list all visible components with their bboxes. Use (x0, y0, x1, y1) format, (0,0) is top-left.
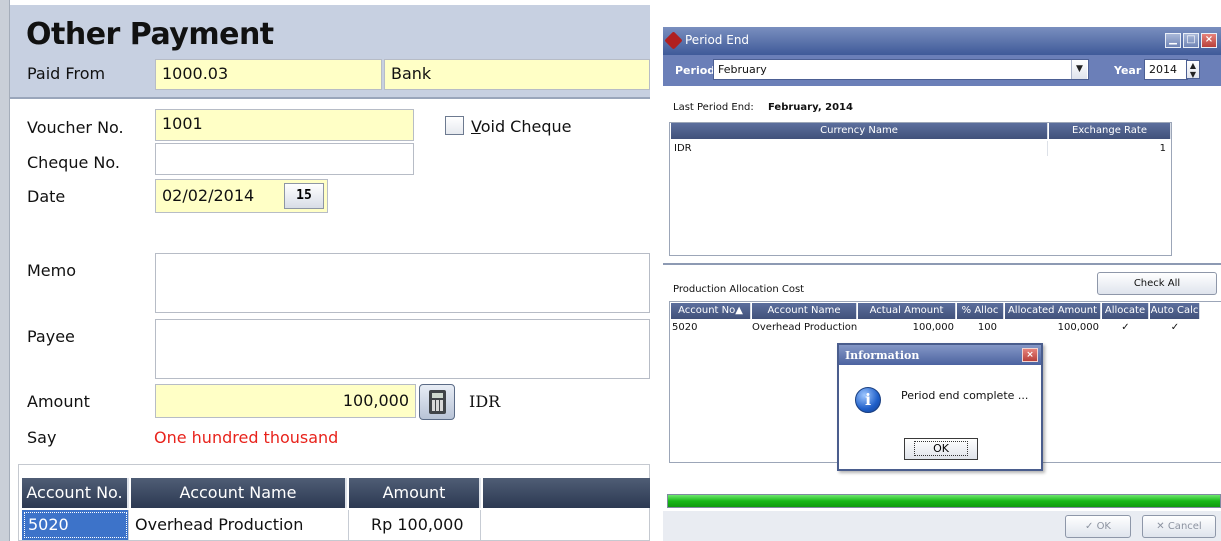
payee-label: Payee (27, 327, 75, 346)
alloc-header-allocate[interactable]: Allocate (1102, 303, 1149, 319)
grid-cell-amount[interactable]: Rp 100,000 (349, 510, 481, 540)
say-label: Say (27, 428, 57, 447)
alloc-header-auto-calc[interactable]: Auto Calc (1150, 303, 1200, 319)
cancel-icon: ✕ (1156, 521, 1168, 532)
alloc-cell-account-name[interactable]: Overhead Production (752, 320, 857, 335)
alloc-header-actual-amount[interactable]: Actual Amount (858, 303, 956, 319)
check-all-button[interactable]: Check All (1097, 272, 1217, 295)
button-bar: ✓ OK ✕ Cancel (663, 511, 1221, 541)
alloc-cell-actual-amount[interactable]: 100,000 (858, 320, 954, 335)
cheque-label: Cheque No. (27, 153, 120, 172)
alloc-cell-auto-calc-check[interactable]: ✓ (1150, 320, 1200, 335)
say-value: One hundred thousand (154, 428, 339, 447)
dialog-title: Information (839, 345, 1041, 365)
paid-from-label: Paid From (27, 64, 106, 83)
memo-field[interactable] (155, 253, 650, 313)
calculator-keys (432, 400, 443, 411)
voucher-label: Voucher No. (27, 118, 124, 137)
dialog-close-icon[interactable]: × (1022, 348, 1038, 362)
period-toolbar: Period February ▼ Year 2014 ▲ ▼ (663, 55, 1221, 86)
void-cheque-mnemonic: V (471, 117, 481, 136)
alloc-header-percent[interactable]: % Alloc (957, 303, 1004, 319)
grid-header-empty (483, 478, 650, 508)
calculator-icon[interactable] (419, 384, 455, 420)
amount-label: Amount (27, 392, 90, 411)
chevron-down-icon[interactable]: ▼ (1071, 60, 1087, 79)
check-icon: ✓ (1085, 521, 1097, 532)
grid-header-account-no[interactable]: Account No. (22, 478, 129, 508)
left-edge-border (0, 0, 10, 541)
payee-field[interactable] (155, 319, 650, 379)
ok-button[interactable]: ✓ OK (1065, 515, 1131, 538)
progress-bar (667, 494, 1221, 508)
currency-cell-name[interactable]: IDR (671, 141, 1048, 156)
year-field[interactable]: 2014 (1144, 59, 1188, 80)
memo-label: Memo (27, 261, 77, 280)
paid-from-name-field[interactable]: Bank (384, 59, 650, 90)
voucher-field[interactable]: 1001 (155, 109, 414, 141)
currency-cell-rate[interactable]: 1 (1049, 141, 1169, 156)
dialog-ok-label: OK (914, 441, 968, 456)
grid-header-amount[interactable]: Amount (349, 478, 481, 508)
cheque-field[interactable] (155, 143, 414, 175)
alloc-header-account-no[interactable]: Account No▲ (671, 303, 751, 319)
alloc-cell-percent[interactable]: 100 (957, 320, 997, 335)
close-icon[interactable]: × (1201, 33, 1217, 48)
section-divider (663, 263, 1221, 265)
page-title: Other Payment (26, 17, 274, 52)
last-period-value: February, 2014 (768, 102, 853, 113)
window-titlebar: Period End ▁ □ × (663, 27, 1221, 55)
window-title: Period End (685, 33, 750, 47)
grid-cell-account-no[interactable]: 5020 (22, 510, 129, 540)
alloc-cell-allocate-check[interactable]: ✓ (1102, 320, 1149, 335)
info-icon: i (855, 387, 881, 413)
void-cheque-checkbox[interactable] (445, 116, 464, 135)
header-divider (10, 97, 650, 99)
alloc-cell-allocated-amount[interactable]: 100,000 (1005, 320, 1099, 335)
date-label: Date (27, 187, 66, 206)
calendar-icon[interactable]: 15 (284, 183, 324, 209)
currency-header-rate[interactable]: Exchange Rate (1049, 123, 1171, 139)
void-cheque-label[interactable]: Void Cheque (471, 117, 571, 136)
period-select[interactable]: February (713, 59, 1089, 80)
grid-header-account-name[interactable]: Account Name (131, 478, 347, 508)
dialog-message: Period end complete ... (901, 389, 1029, 402)
amount-field[interactable]: 100,000 (155, 384, 416, 418)
year-label: Year (1114, 64, 1142, 77)
production-allocation-label: Production Allocation Cost (673, 284, 805, 295)
ok-button-label: OK (1096, 521, 1111, 532)
alloc-header-account-name[interactable]: Account Name (752, 303, 857, 319)
minimize-icon[interactable]: ▁ (1165, 33, 1181, 48)
grid-cell-account-name[interactable]: Overhead Production (129, 510, 349, 540)
app-icon (664, 31, 683, 50)
currency-header-name[interactable]: Currency Name (671, 123, 1048, 139)
void-cheque-rest: oid Cheque (480, 117, 572, 136)
progress-fill (668, 495, 1220, 507)
calculator-screen (432, 393, 443, 398)
cancel-button[interactable]: ✕ Cancel (1142, 515, 1216, 538)
currency-label: IDR (469, 392, 501, 411)
alloc-cell-account-no[interactable]: 5020 (672, 320, 697, 335)
alloc-header-allocated-amount[interactable]: Allocated Amount (1005, 303, 1101, 319)
cancel-button-label: Cancel (1167, 521, 1202, 532)
period-end-window: Period End ▁ □ × Period February ▼ Year … (663, 27, 1221, 541)
period-label: Period (675, 64, 716, 77)
dialog-ok-button[interactable]: OK (904, 438, 978, 460)
maximize-icon[interactable]: □ (1183, 33, 1199, 48)
last-period-label: Last Period End: (673, 102, 754, 113)
paid-from-account-field[interactable]: 1000.03 (155, 59, 382, 90)
year-spinner[interactable]: ▲ ▼ (1186, 60, 1200, 79)
information-dialog: Information × i Period end complete ... … (837, 343, 1043, 471)
other-payment-panel: Other Payment Paid From 1000.03 Bank Vou… (0, 0, 650, 541)
